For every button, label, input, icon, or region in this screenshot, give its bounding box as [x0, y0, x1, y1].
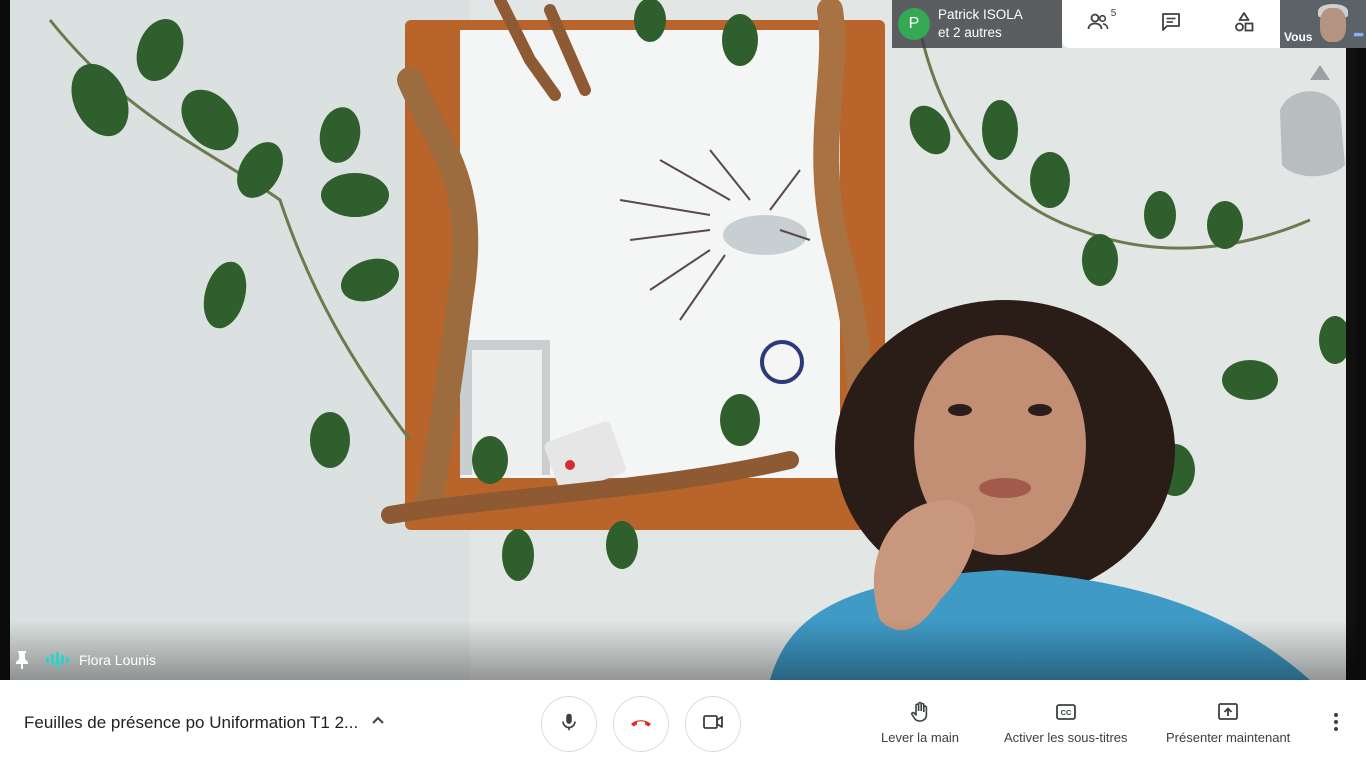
closed-captions-icon: CC	[1054, 700, 1078, 724]
participant-name: Patrick ISOLA	[938, 7, 1023, 22]
more-options-button[interactable]	[1322, 710, 1350, 738]
main-video-feed	[10, 0, 1356, 680]
microphone-icon	[558, 711, 580, 738]
participant-others: et 2 autres	[938, 25, 1002, 40]
participants-summary: Patrick ISOLA et 2 autres	[938, 6, 1023, 42]
participants-chip[interactable]: P Patrick ISOLA et 2 autres	[892, 0, 1062, 48]
microphone-button[interactable]	[541, 696, 597, 752]
camera-button[interactable]	[685, 696, 741, 752]
present-screen-icon	[1216, 700, 1240, 724]
raise-hand-button[interactable]: Lever la main	[881, 700, 959, 745]
video-scene	[10, 0, 1356, 680]
chevron-up-icon[interactable]	[370, 712, 386, 733]
pin-icon[interactable]	[12, 650, 32, 670]
chat-button[interactable]	[1143, 4, 1199, 44]
people-count-badge: 5	[1110, 8, 1117, 19]
header-toolbar: 5	[1062, 0, 1280, 48]
self-label: Vous	[1284, 30, 1313, 44]
video-stage	[0, 0, 1366, 680]
activities-icon	[1232, 10, 1256, 39]
people-button[interactable]: 5	[1070, 4, 1126, 44]
bottom-control-bar: Feuilles de présence po Uniformation T1 …	[0, 680, 1366, 767]
camera-icon	[701, 710, 725, 739]
video-bottom-shade	[10, 620, 1356, 680]
self-video-face	[1320, 8, 1346, 42]
people-icon	[1086, 10, 1110, 39]
hang-up-button[interactable]	[613, 696, 669, 752]
activities-button[interactable]	[1216, 4, 1272, 44]
captions-button[interactable]: CC Activer les sous-titres	[1004, 700, 1128, 745]
self-video-tile[interactable]: Vous •••	[1280, 0, 1366, 48]
svg-text:CC: CC	[1060, 708, 1071, 717]
chat-icon	[1159, 10, 1183, 39]
meeting-details[interactable]: Feuilles de présence po Uniformation T1 …	[24, 712, 386, 733]
speaker-label: Flora Lounis	[12, 648, 156, 672]
present-button[interactable]: Présenter maintenant	[1166, 700, 1290, 745]
avatar: P	[898, 8, 930, 40]
hang-up-icon	[628, 709, 654, 740]
audio-level-icon	[46, 652, 69, 668]
present-label: Présenter maintenant	[1166, 730, 1291, 745]
captions-label: Activer les sous-titres	[1004, 730, 1128, 745]
hand-icon	[908, 700, 932, 724]
meeting-title: Feuilles de présence po Uniformation T1 …	[24, 712, 359, 732]
raise-hand-label: Lever la main	[881, 730, 960, 745]
more-dots-icon[interactable]: •••	[1353, 26, 1364, 42]
speaker-name: Flora Lounis	[79, 652, 157, 668]
more-vert-icon	[1333, 712, 1339, 737]
